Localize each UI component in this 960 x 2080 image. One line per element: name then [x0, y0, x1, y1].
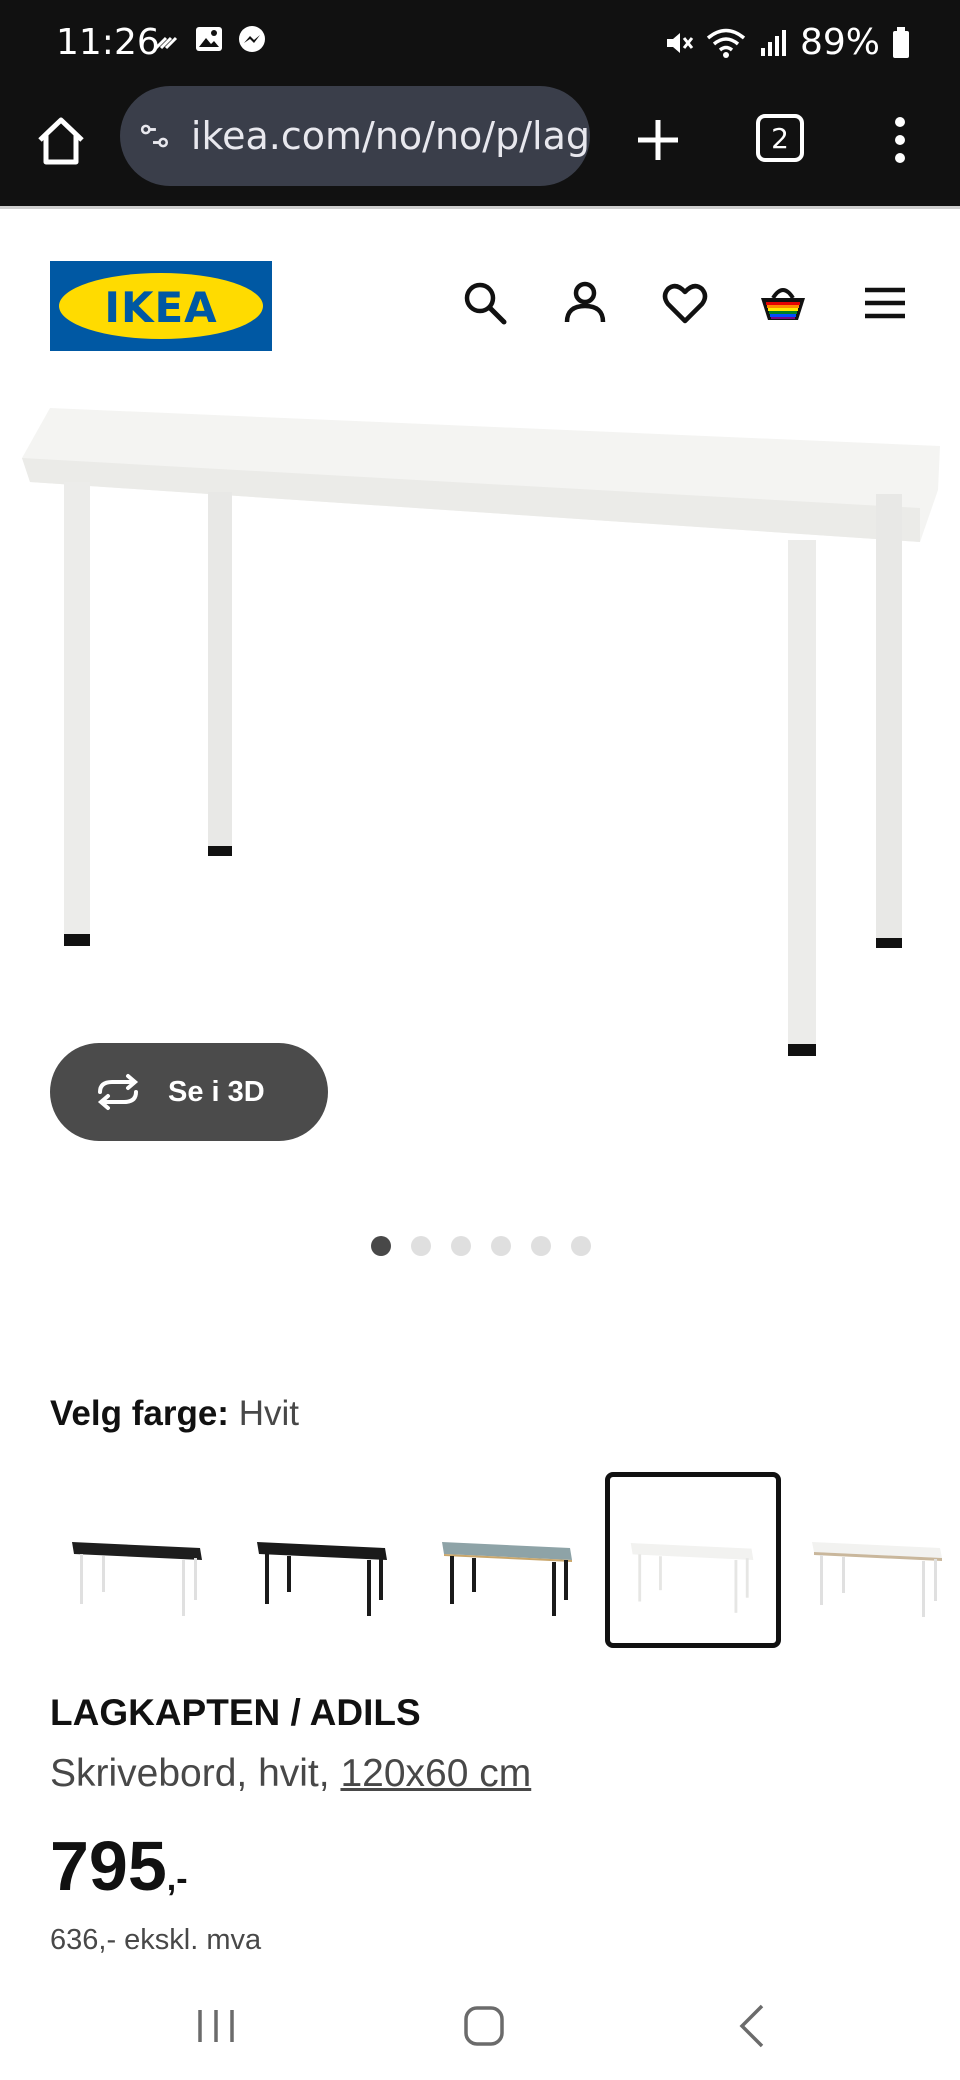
product-size-link[interactable]: 120x60 cm: [340, 1752, 531, 1795]
gallery-pagination: [0, 1236, 960, 1256]
color-label-title: Velg farge:: [50, 1394, 229, 1433]
price-excl-vat: 636,- ekskl. mva: [50, 1924, 262, 1956]
color-swatch-white[interactable]: [605, 1472, 781, 1648]
color-selected-value: Hvit: [238, 1394, 299, 1433]
search-icon[interactable]: [460, 278, 510, 328]
account-icon[interactable]: [560, 278, 610, 328]
divider: [0, 206, 960, 209]
color-swatch-black-black-legs[interactable]: [235, 1472, 411, 1648]
color-swatch-black-white-legs[interactable]: [50, 1472, 226, 1648]
battery-icon: [893, 26, 909, 58]
new-tab-icon[interactable]: [630, 112, 686, 168]
status-left-icons: [152, 24, 268, 56]
gallery-icon: [196, 27, 222, 51]
url-text: ikea.com/no/no/p/lag: [190, 114, 590, 158]
address-bar[interactable]: ikea.com/no/no/p/lag: [120, 86, 590, 186]
product-description: Skrivebord, hvit, 120x60 cm: [50, 1752, 531, 1796]
system-nav-bar: [0, 1968, 960, 2080]
view-3d-button[interactable]: Se i 3D: [50, 1043, 328, 1141]
status-time: 11:26: [56, 22, 160, 63]
signal-icon: [760, 29, 786, 56]
view-3d-label: Se i 3D: [168, 1075, 265, 1108]
status-bar: 11:26 89%: [0, 0, 960, 86]
product-image[interactable]: [0, 390, 960, 1090]
gallery-dot[interactable]: [531, 1236, 551, 1256]
gallery-dot[interactable]: [491, 1236, 511, 1256]
mute-icon: [666, 32, 694, 53]
home-icon[interactable]: [34, 114, 88, 168]
more-options-icon[interactable]: [880, 112, 920, 168]
color-swatches: [50, 1472, 960, 1648]
recents-icon[interactable]: [186, 1996, 246, 2056]
gallery-dot[interactable]: [411, 1236, 431, 1256]
product-price: 795,-: [50, 1826, 188, 1906]
missed-call-icon: [154, 36, 178, 50]
gallery-dot[interactable]: [451, 1236, 471, 1256]
rotate-3d-icon: [97, 1074, 139, 1110]
home-icon[interactable]: [454, 1996, 514, 2056]
wifi-icon: [706, 28, 746, 58]
battery-percent: 89%: [799, 22, 880, 63]
favorites-icon[interactable]: [660, 278, 710, 328]
tab-switcher-button[interactable]: 2: [756, 114, 804, 162]
color-swatch-grey-blue[interactable]: [420, 1472, 596, 1648]
back-icon[interactable]: [724, 1996, 784, 2056]
product-name: LAGKAPTEN / ADILS: [50, 1692, 421, 1733]
color-swatch-white-anthracite[interactable]: [790, 1472, 960, 1648]
menu-icon[interactable]: [860, 278, 910, 328]
browser-toolbar: ikea.com/no/no/p/lag 2: [0, 86, 960, 206]
price-suffix: ,-: [166, 1860, 188, 1898]
messenger-icon: [239, 26, 265, 52]
site-settings-icon[interactable]: [140, 118, 169, 154]
ikea-logo[interactable]: IKEA: [50, 261, 272, 351]
cart-icon[interactable]: [758, 278, 808, 328]
price-amount: 795: [50, 1827, 167, 1905]
logo-text: IKEA: [104, 283, 218, 332]
color-picker-label: Velg farge: Hvit: [50, 1394, 299, 1434]
status-right: 89%: [664, 22, 910, 63]
gallery-dot[interactable]: [571, 1236, 591, 1256]
product-description-text: Skrivebord, hvit,: [50, 1752, 330, 1795]
gallery-dot[interactable]: [371, 1236, 391, 1256]
